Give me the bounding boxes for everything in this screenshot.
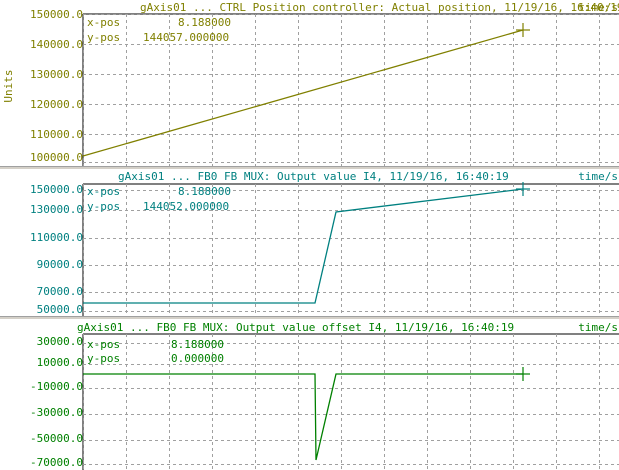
plot-panel-output-offset[interactable]: gAxis01 ... FB0 FB MUX: Output value off… [0,320,619,470]
cursor-y-label: y-pos [87,352,121,365]
cursor-x-value: 8.188000 [178,16,231,29]
y-tick-label: 30000.0 [36,335,83,348]
y-tick-label: 10000.0 [36,356,83,369]
y-tick-label: 90000.0 [36,258,83,271]
y-tick-label: 140000.0 [30,38,83,51]
y-tick-label: 150000.0 [30,8,83,21]
panel-title: gAxis01 ... FB0 FB MUX: Output value I4,… [118,170,509,183]
y-tick-label: 110000.0 [30,128,83,141]
cursor-y-value: 0.000000 [171,352,224,365]
time-unit-label: time/s [578,170,618,183]
time-unit-label: time/s [578,321,618,334]
signal-trace [83,373,523,461]
y-tick-label: 120000.0 [30,98,83,111]
cursor-x-value: 8.188000 [171,338,224,351]
y-tick-label: 150000.0 [30,183,83,196]
y-tick-label: 130000.0 [30,68,83,81]
y-tick-label: -10000.0 [30,380,83,393]
y-tick-label: -70000.0 [30,456,83,469]
y-tick-label: -50000.0 [30,432,83,445]
panel-title: gAxis01 ... CTRL Position controller: Ac… [140,1,619,14]
cursor-x-value: 8.188000 [178,185,231,198]
cursor-x-label: x-pos [87,338,121,351]
y-tick-label: 50000.0 [36,303,83,316]
y-tick-label: 100000.0 [30,151,83,164]
y-tick-label: 130000.0 [30,203,83,216]
signal-trace [82,29,524,157]
y-tick-label: -30000.0 [30,406,83,419]
cursor-x-label: x-pos [87,16,121,29]
y-tick-label: 110000.0 [30,231,83,244]
plot-panel-actual-position[interactable]: gAxis01 ... CTRL Position controller: Ac… [0,0,619,168]
cursor-y-value: 144052.000000 [143,200,230,213]
cursor-y-label: y-pos [87,31,121,44]
cursor-y-label: y-pos [87,200,121,213]
cursor-x-label: x-pos [87,185,121,198]
plot-panel-output-value[interactable]: gAxis01 ... FB0 FB MUX: Output value I4,… [0,170,619,318]
time-unit-label: time/s [578,1,618,14]
panel-title: gAxis01 ... FB0 FB MUX: Output value off… [77,321,515,334]
cursor-y-value: 144057.000000 [143,31,230,44]
plot-window: gAxis01 ... CTRL Position controller: Ac… [0,0,619,470]
y-tick-label: 70000.0 [36,285,83,298]
